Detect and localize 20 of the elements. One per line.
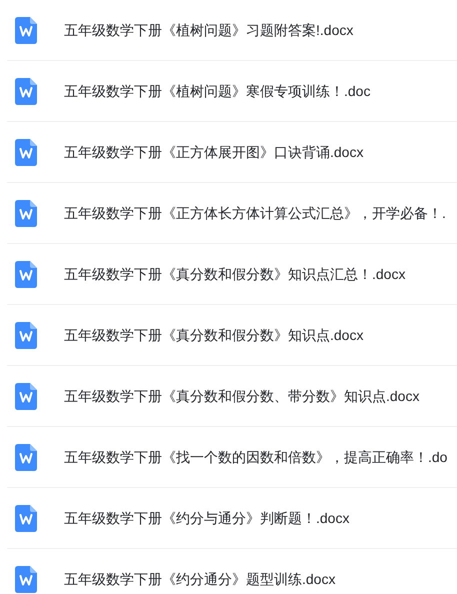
file-name[interactable]: 五年级数学下册《约分与通分》判断题！.docx: [64, 508, 350, 528]
word-document-icon: [15, 260, 37, 288]
file-name[interactable]: 五年级数学下册《真分数和假分数、带分数》知识点.docx: [64, 386, 420, 406]
word-document-icon: [15, 138, 37, 166]
file-name[interactable]: 五年级数学下册《真分数和假分数》知识点汇总！.docx: [64, 264, 406, 284]
word-document-icon: [15, 322, 37, 348]
word-document-icon: [15, 504, 37, 532]
word-document-icon: [15, 200, 37, 226]
file-name[interactable]: 五年级数学下册《约分通分》题型训练.docx: [64, 569, 336, 590]
word-document-icon: [15, 566, 37, 593]
word-document-icon: [15, 16, 37, 44]
file-name[interactable]: 五年级数学下册《植树问题》习题附答案!.docx: [64, 20, 354, 40]
file-name[interactable]: 五年级数学下册《植树问题》寒假专项训练！.doc: [64, 80, 370, 102]
file-name[interactable]: 五年级数学下册《正方体长方体计算公式汇总》，开学必备！.: [64, 202, 446, 224]
word-document-icon: [15, 78, 37, 104]
word-document-icon: [15, 444, 37, 470]
word-document-icon: [15, 382, 37, 410]
file-name[interactable]: 五年级数学下册《真分数和假分数》知识点.docx: [64, 324, 364, 346]
file-name[interactable]: 五年级数学下册《找一个数的因数和倍数》，提高正确率！.do: [64, 446, 448, 468]
file-name[interactable]: 五年级数学下册《正方体展开图》口诀背诵.docx: [64, 142, 364, 162]
